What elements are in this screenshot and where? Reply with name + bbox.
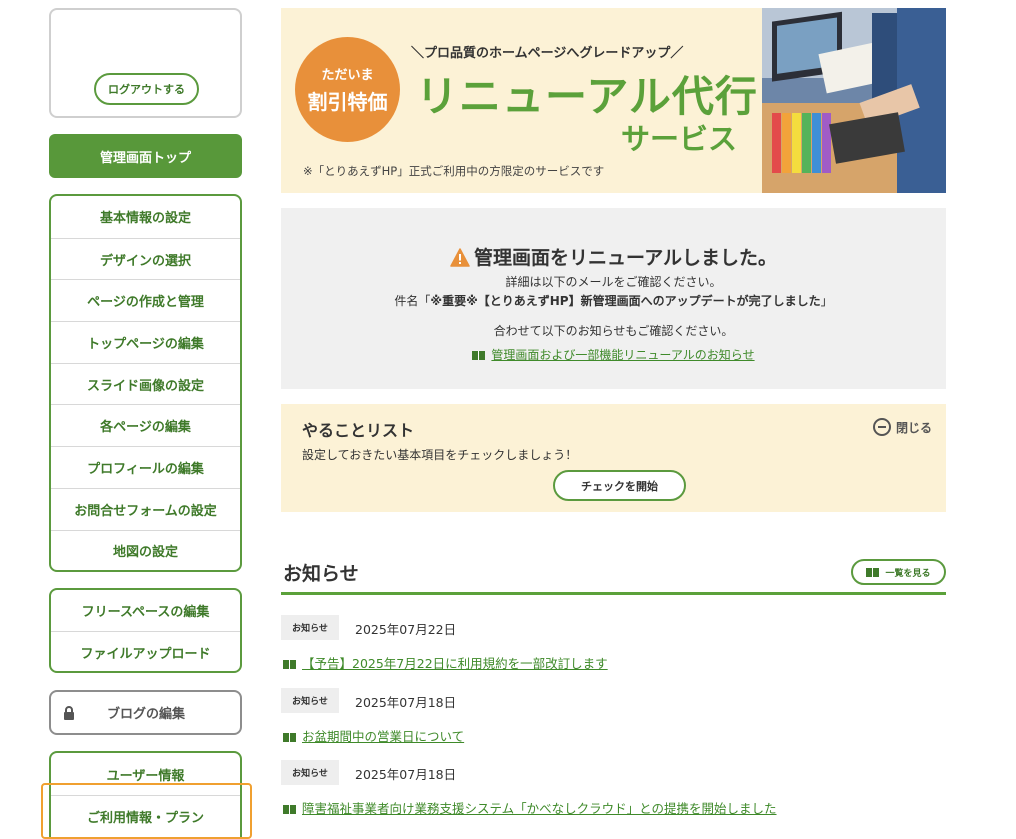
- book-icon: [866, 567, 880, 577]
- sidebar-item-top-page[interactable]: トップページの編集: [51, 321, 240, 363]
- sidebar-item-profile[interactable]: プロフィールの編集: [51, 446, 240, 488]
- content-menu: フリースペースの編集 ファイルアップロード: [49, 588, 242, 673]
- book-icon: [283, 660, 296, 669]
- notice-link-row: 管理画面および一部機能リニューアルのお知らせ: [281, 346, 946, 363]
- badge-line1: ただいま: [321, 68, 374, 83]
- sidebar-item-plan[interactable]: ご利用情報・プラン: [51, 795, 240, 837]
- sidebar-item-design[interactable]: デザインの選択: [51, 237, 240, 280]
- view-all-label: 一覧を見る: [885, 568, 931, 579]
- news-date: 2025年07月18日: [355, 767, 457, 782]
- todo-description: 設定しておきたい基本項目をチェックしましょう！: [302, 448, 578, 462]
- sidebar-item-free-space[interactable]: フリースペースの編集: [51, 590, 240, 631]
- user-box: ログアウトする: [49, 8, 242, 118]
- news-link[interactable]: 障害福祉事業者向け業務支援システム「かべなしクラウド」との提携を開始しました: [302, 801, 777, 816]
- sidebar-item-file-upload[interactable]: ファイルアップロード: [51, 631, 240, 671]
- sidebar-item-slides[interactable]: スライド画像の設定: [51, 362, 240, 405]
- news-date: 2025年07月18日: [355, 695, 457, 710]
- todo-title: やることリスト: [302, 421, 415, 440]
- sidebar-item-blog-locked[interactable]: ブログの編集: [49, 690, 242, 735]
- logout-button[interactable]: ログアウトする: [94, 73, 199, 105]
- sidebar-item-pages[interactable]: ページの作成と管理: [51, 279, 240, 321]
- settings-menu: 基本情報の設定 デザインの選択 ページの作成と管理 トップページの編集 スライド…: [49, 194, 242, 572]
- news-link[interactable]: お盆期間中の営業日について: [302, 729, 464, 744]
- notice-line3: 合わせて以下のお知らせもご確認ください。: [493, 324, 734, 338]
- minus-circle-icon: [873, 418, 891, 436]
- banner-title: リニューアル代行: [416, 72, 758, 121]
- notice-line2: 件名「※重要※【とりあえずHP】新管理画面へのアップデートが完了しました」: [281, 292, 946, 309]
- todo-close-label: 閉じる: [896, 420, 933, 435]
- banner-note: ※「とりあえずHP」正式ご利用中の方限定のサービスです: [303, 164, 605, 178]
- renewal-banner[interactable]: ただいま 割引特価 ＼プロ品質のホームページへグレードアップ／ リニューアル代行…: [281, 8, 946, 193]
- sidebar-item-map[interactable]: 地図の設定: [51, 529, 240, 571]
- notice-title-row: 管理画面をリニューアルしました。: [281, 243, 946, 272]
- todo-panel: やることリスト 閉じる 設定しておきたい基本項目をチェックしましょう！ チェック…: [281, 404, 946, 512]
- news-link-row: 【予告】2025年7月22日に利用規約を一部改訂します: [283, 653, 608, 672]
- sidebar-item-contact-form[interactable]: お問合せフォームの設定: [51, 487, 240, 530]
- banner-photo: [762, 8, 946, 193]
- book-icon: [283, 805, 296, 814]
- notice-link[interactable]: 管理画面および一部機能リニューアルのお知らせ: [491, 348, 754, 362]
- badge-line2: 割引特価: [307, 90, 388, 114]
- book-icon: [283, 733, 296, 742]
- news-header: お知らせ 一覧を見る: [281, 557, 946, 595]
- banner-subtitle: サービス: [621, 122, 738, 156]
- view-all-button[interactable]: 一覧を見る: [851, 559, 946, 585]
- news-heading: お知らせ: [283, 563, 359, 585]
- lock-icon: [63, 705, 75, 720]
- sidebar-item-basic-info[interactable]: 基本情報の設定: [51, 196, 240, 238]
- banner-tagline: ＼プロ品質のホームページへグレードアップ／: [411, 46, 684, 61]
- blog-label: ブログの編集: [107, 707, 186, 722]
- renewal-notice: 管理画面をリニューアルしました。 詳細は以下のメールをご確認ください。 件名「※…: [281, 208, 946, 389]
- discount-badge: ただいま 割引特価: [295, 37, 400, 142]
- notice-subject-prefix: 件名「: [394, 294, 431, 308]
- book-icon: [472, 351, 486, 360]
- sidebar-item-edit-pages[interactable]: 各ページの編集: [51, 404, 240, 446]
- news-link-row: 障害福祉事業者向け業務支援システム「かべなしクラウド」との提携を開始しました: [283, 798, 777, 817]
- account-menu: ユーザー情報 ご利用情報・プラン: [49, 751, 242, 839]
- sidebar: ログアウトする 管理画面トップ 基本情報の設定 デザインの選択 ページの作成と管…: [49, 8, 242, 839]
- warning-icon: [450, 248, 470, 272]
- news-tag: お知らせ: [281, 688, 339, 713]
- notice-title: 管理画面をリニューアルしました。: [473, 247, 778, 269]
- sidebar-item-user-info[interactable]: ユーザー情報: [51, 753, 240, 795]
- notice-subject: ※重要※【とりあえずHP】新管理画面へのアップデートが完了しました: [430, 294, 821, 308]
- notice-subject-suffix: 」: [820, 294, 833, 308]
- todo-close-button[interactable]: 閉じる: [873, 418, 932, 436]
- notice-line1: 詳細は以下のメールをご確認ください。: [505, 275, 722, 289]
- start-check-button[interactable]: チェックを開始: [553, 470, 686, 501]
- admin-top-button[interactable]: 管理画面トップ: [49, 134, 242, 178]
- news-tag: お知らせ: [281, 760, 339, 785]
- news-date: 2025年07月22日: [355, 622, 457, 637]
- news-tag: お知らせ: [281, 615, 339, 640]
- news-link[interactable]: 【予告】2025年7月22日に利用規約を一部改訂します: [302, 656, 608, 671]
- news-link-row: お盆期間中の営業日について: [283, 726, 464, 745]
